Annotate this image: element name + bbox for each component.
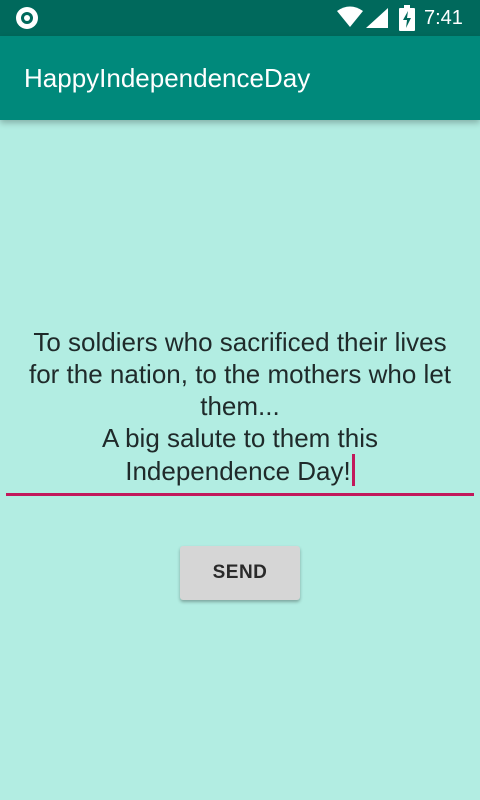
text-cursor (351, 454, 355, 486)
notification-circle-icon (16, 7, 38, 29)
app-title: HappyIndependenceDay (24, 63, 311, 93)
message-line: for the nation, to the mothers who let (28, 359, 452, 389)
message-text: To soldiers who sacrificed their lives f… (6, 326, 474, 487)
send-button[interactable]: SEND (180, 546, 300, 600)
message-line: To soldiers who sacrificed their lives (33, 327, 447, 357)
wifi-icon (337, 6, 363, 27)
battery-charging-icon (399, 5, 415, 31)
message-line: A big salute to them this (101, 423, 379, 453)
signal-icon (366, 8, 388, 28)
status-bar: 7:41 (0, 0, 480, 36)
message-line-last: Independence Day! (6, 454, 474, 487)
app-bar: HappyIndependenceDay (0, 36, 480, 120)
message-line-text: Independence Day! (125, 456, 351, 486)
input-underline (6, 493, 474, 496)
message-input[interactable]: To soldiers who sacrificed their lives f… (6, 326, 474, 496)
status-time: 7:41 (424, 7, 463, 29)
message-line: them... (200, 391, 280, 421)
